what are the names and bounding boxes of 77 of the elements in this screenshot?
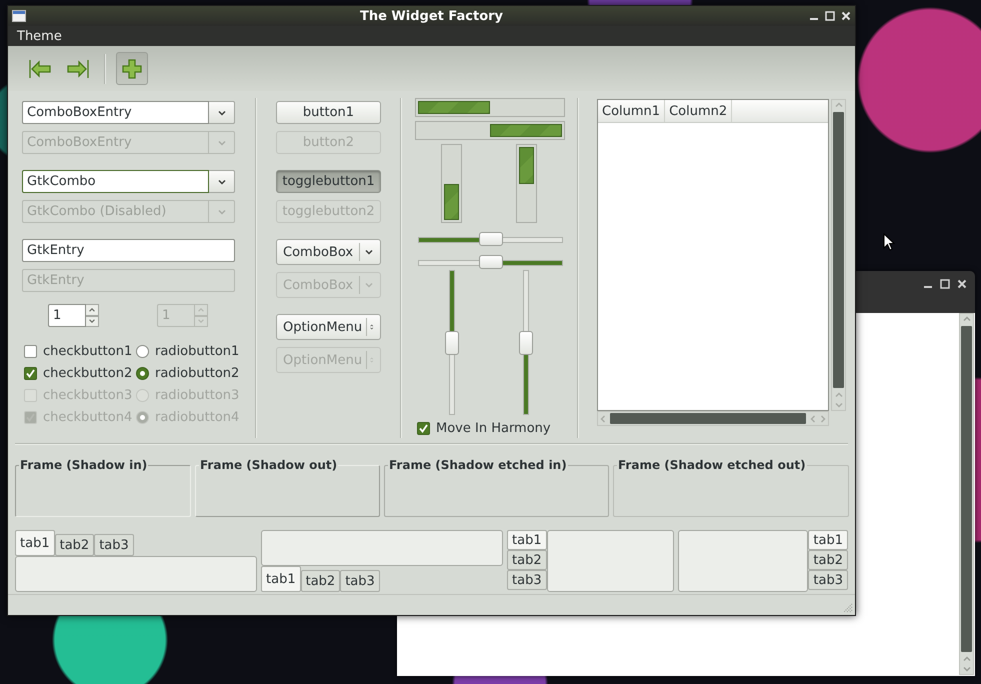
window-title: The Widget Factory xyxy=(360,8,504,24)
scrollbar-thumb[interactable] xyxy=(833,112,844,388)
chevron-up-icon xyxy=(197,306,205,314)
combo-box[interactable]: ComboBox xyxy=(276,239,381,265)
option-menu[interactable]: OptionMenu xyxy=(276,314,381,340)
chevron-down-icon xyxy=(962,664,972,674)
frame-label: Frame (Shadow in) xyxy=(19,458,148,472)
arrow-to-end-icon xyxy=(67,58,89,78)
slider-thumb[interactable] xyxy=(478,232,502,246)
chevron-right-icon xyxy=(818,414,828,424)
chevron-down-icon xyxy=(88,317,96,326)
chevron-down-icon xyxy=(364,247,374,257)
tab[interactable]: tab3 xyxy=(808,570,848,590)
tab[interactable]: tab2 xyxy=(507,550,547,570)
combo-entry-field[interactable]: ComboBoxEntry xyxy=(22,101,209,124)
frame-label: Frame (Shadow etched in) xyxy=(388,458,568,472)
slider-thumb[interactable] xyxy=(445,330,459,354)
tab[interactable]: tab2 xyxy=(54,534,94,556)
chevron-left-icon xyxy=(808,414,818,424)
checkbox[interactable] xyxy=(24,366,37,380)
combo-entry-field[interactable]: GtkCombo xyxy=(22,170,209,193)
chevron-down-icon xyxy=(197,317,205,326)
chevron-up-icon xyxy=(88,306,96,314)
tab[interactable]: tab3 xyxy=(94,534,134,556)
frame-label: Frame (Shadow etched out) xyxy=(617,458,807,472)
chevron-left-icon xyxy=(598,414,608,424)
tab[interactable]: tab1 xyxy=(15,530,55,556)
maximize-icon[interactable] xyxy=(940,279,950,289)
column-header[interactable]: Column1 xyxy=(598,100,666,122)
tab[interactable]: tab3 xyxy=(507,570,547,590)
spin-field[interactable]: 1 xyxy=(48,304,86,327)
text-field[interactable]: GtkEntry xyxy=(22,239,235,262)
radio-button[interactable] xyxy=(136,344,149,358)
tab[interactable]: tab1 xyxy=(507,530,547,550)
checkbox-label: checkbutton2 xyxy=(43,366,132,380)
check-icon xyxy=(26,412,35,422)
horizontal-scrollbar[interactable] xyxy=(597,411,829,426)
radio-button[interactable] xyxy=(136,366,149,380)
tab[interactable]: tab1 xyxy=(808,530,848,550)
check-icon xyxy=(419,424,428,433)
frame-label: Frame (Shadow out) xyxy=(199,458,338,472)
resize-grip-icon xyxy=(843,603,853,613)
checkbox[interactable] xyxy=(24,344,37,358)
check-icon xyxy=(26,368,35,378)
window-icon xyxy=(12,10,26,22)
radio-label: radiobutton1 xyxy=(155,344,240,358)
plus-icon xyxy=(122,58,142,78)
arrow-to-start-icon xyxy=(29,58,51,78)
toolbar-button[interactable] xyxy=(116,52,148,85)
dropdown-button[interactable] xyxy=(209,170,235,193)
slider-thumb[interactable] xyxy=(519,330,533,354)
maximize-icon[interactable] xyxy=(825,11,835,21)
toggle-button[interactable]: togglebutton1 xyxy=(276,170,381,193)
checkbox-label: checkbutton1 xyxy=(43,344,132,358)
tab[interactable]: tab2 xyxy=(300,570,340,592)
increment-button[interactable] xyxy=(86,304,99,316)
menu-item[interactable]: Theme xyxy=(11,28,68,44)
dropdown-button[interactable] xyxy=(209,101,235,124)
column-header[interactable]: Column2 xyxy=(665,100,732,122)
checkbox[interactable] xyxy=(417,422,430,435)
tab[interactable]: tab3 xyxy=(340,570,380,592)
close-icon[interactable] xyxy=(841,11,851,21)
mouse-pointer-icon xyxy=(883,233,895,251)
chevron-down-icon xyxy=(364,280,374,290)
scrollbar-thumb[interactable] xyxy=(610,413,806,424)
tab[interactable]: tab1 xyxy=(261,566,301,592)
button[interactable]: button1 xyxy=(276,101,381,124)
radio-label: radiobutton2 xyxy=(155,366,240,380)
checkbox-label: Move In Harmony xyxy=(436,421,551,436)
decrement-button[interactable] xyxy=(86,316,99,327)
close-icon[interactable] xyxy=(957,279,967,289)
scrollbar-thumb[interactable] xyxy=(961,326,972,652)
chevron-down-icon xyxy=(834,400,844,410)
vertical-scrollbar[interactable] xyxy=(959,313,974,675)
vertical-scrollbar[interactable] xyxy=(831,99,846,411)
tab[interactable]: tab2 xyxy=(808,550,848,570)
slider-thumb[interactable] xyxy=(478,255,502,269)
